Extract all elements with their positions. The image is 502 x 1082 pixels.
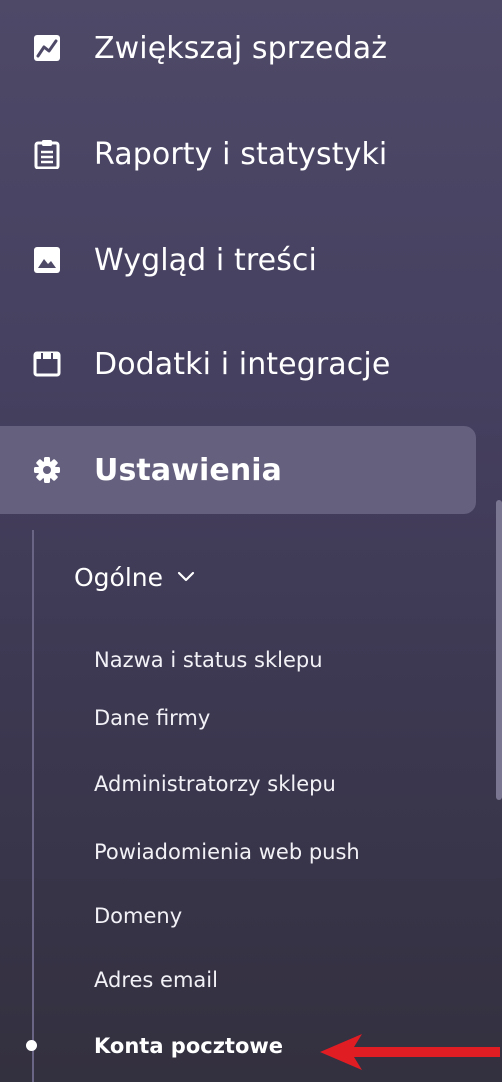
sidebar-nav: Zwiększaj sprzedaż Raporty i statystyki …	[0, 0, 502, 1082]
submenu-group-general[interactable]: Ogólne	[74, 554, 195, 600]
sidebar-item-label: Dodatki i integracje	[94, 346, 391, 382]
submenu-item-mail-accounts[interactable]: Konta pocztowe	[94, 1026, 283, 1066]
clipboard-icon	[30, 137, 64, 171]
submenu-item-store-admins[interactable]: Administratorzy sklepu	[94, 764, 336, 804]
sidebar-item-settings[interactable]: Ustawienia	[0, 426, 476, 514]
sidebar-item-label: Zwiększaj sprzedaż	[94, 30, 388, 66]
scrollbar[interactable]	[496, 500, 502, 800]
sidebar-item-addons[interactable]: Dodatki i integracje	[0, 322, 476, 406]
image-icon	[30, 243, 64, 277]
window-icon	[30, 347, 64, 381]
gear-icon	[30, 453, 64, 487]
submenu-tree-line	[32, 530, 34, 1082]
sidebar-item-reports[interactable]: Raporty i statystyki	[0, 112, 476, 196]
trending-up-icon	[30, 31, 64, 65]
sidebar-item-label: Ustawienia	[94, 452, 283, 488]
sidebar-item-label: Raporty i statystyki	[94, 136, 388, 172]
sidebar-item-sales[interactable]: Zwiększaj sprzedaż	[0, 6, 476, 90]
submenu-item-company-data[interactable]: Dane firmy	[94, 698, 210, 738]
sidebar-item-appearance[interactable]: Wygląd i treści	[0, 218, 476, 302]
submenu-item-web-push[interactable]: Powiadomienia web push	[94, 832, 360, 872]
submenu-item-email-address[interactable]: Adres email	[94, 960, 218, 1000]
red-arrow-icon	[320, 1034, 500, 1070]
chevron-down-icon	[177, 570, 195, 584]
submenu-item-domains[interactable]: Domeny	[94, 896, 182, 936]
active-indicator-dot	[26, 1040, 37, 1051]
submenu-group-label: Ogólne	[74, 562, 164, 592]
sidebar-item-label: Wygląd i treści	[94, 242, 317, 278]
submenu-item-store-name-status[interactable]: Nazwa i status sklepu	[94, 640, 323, 680]
